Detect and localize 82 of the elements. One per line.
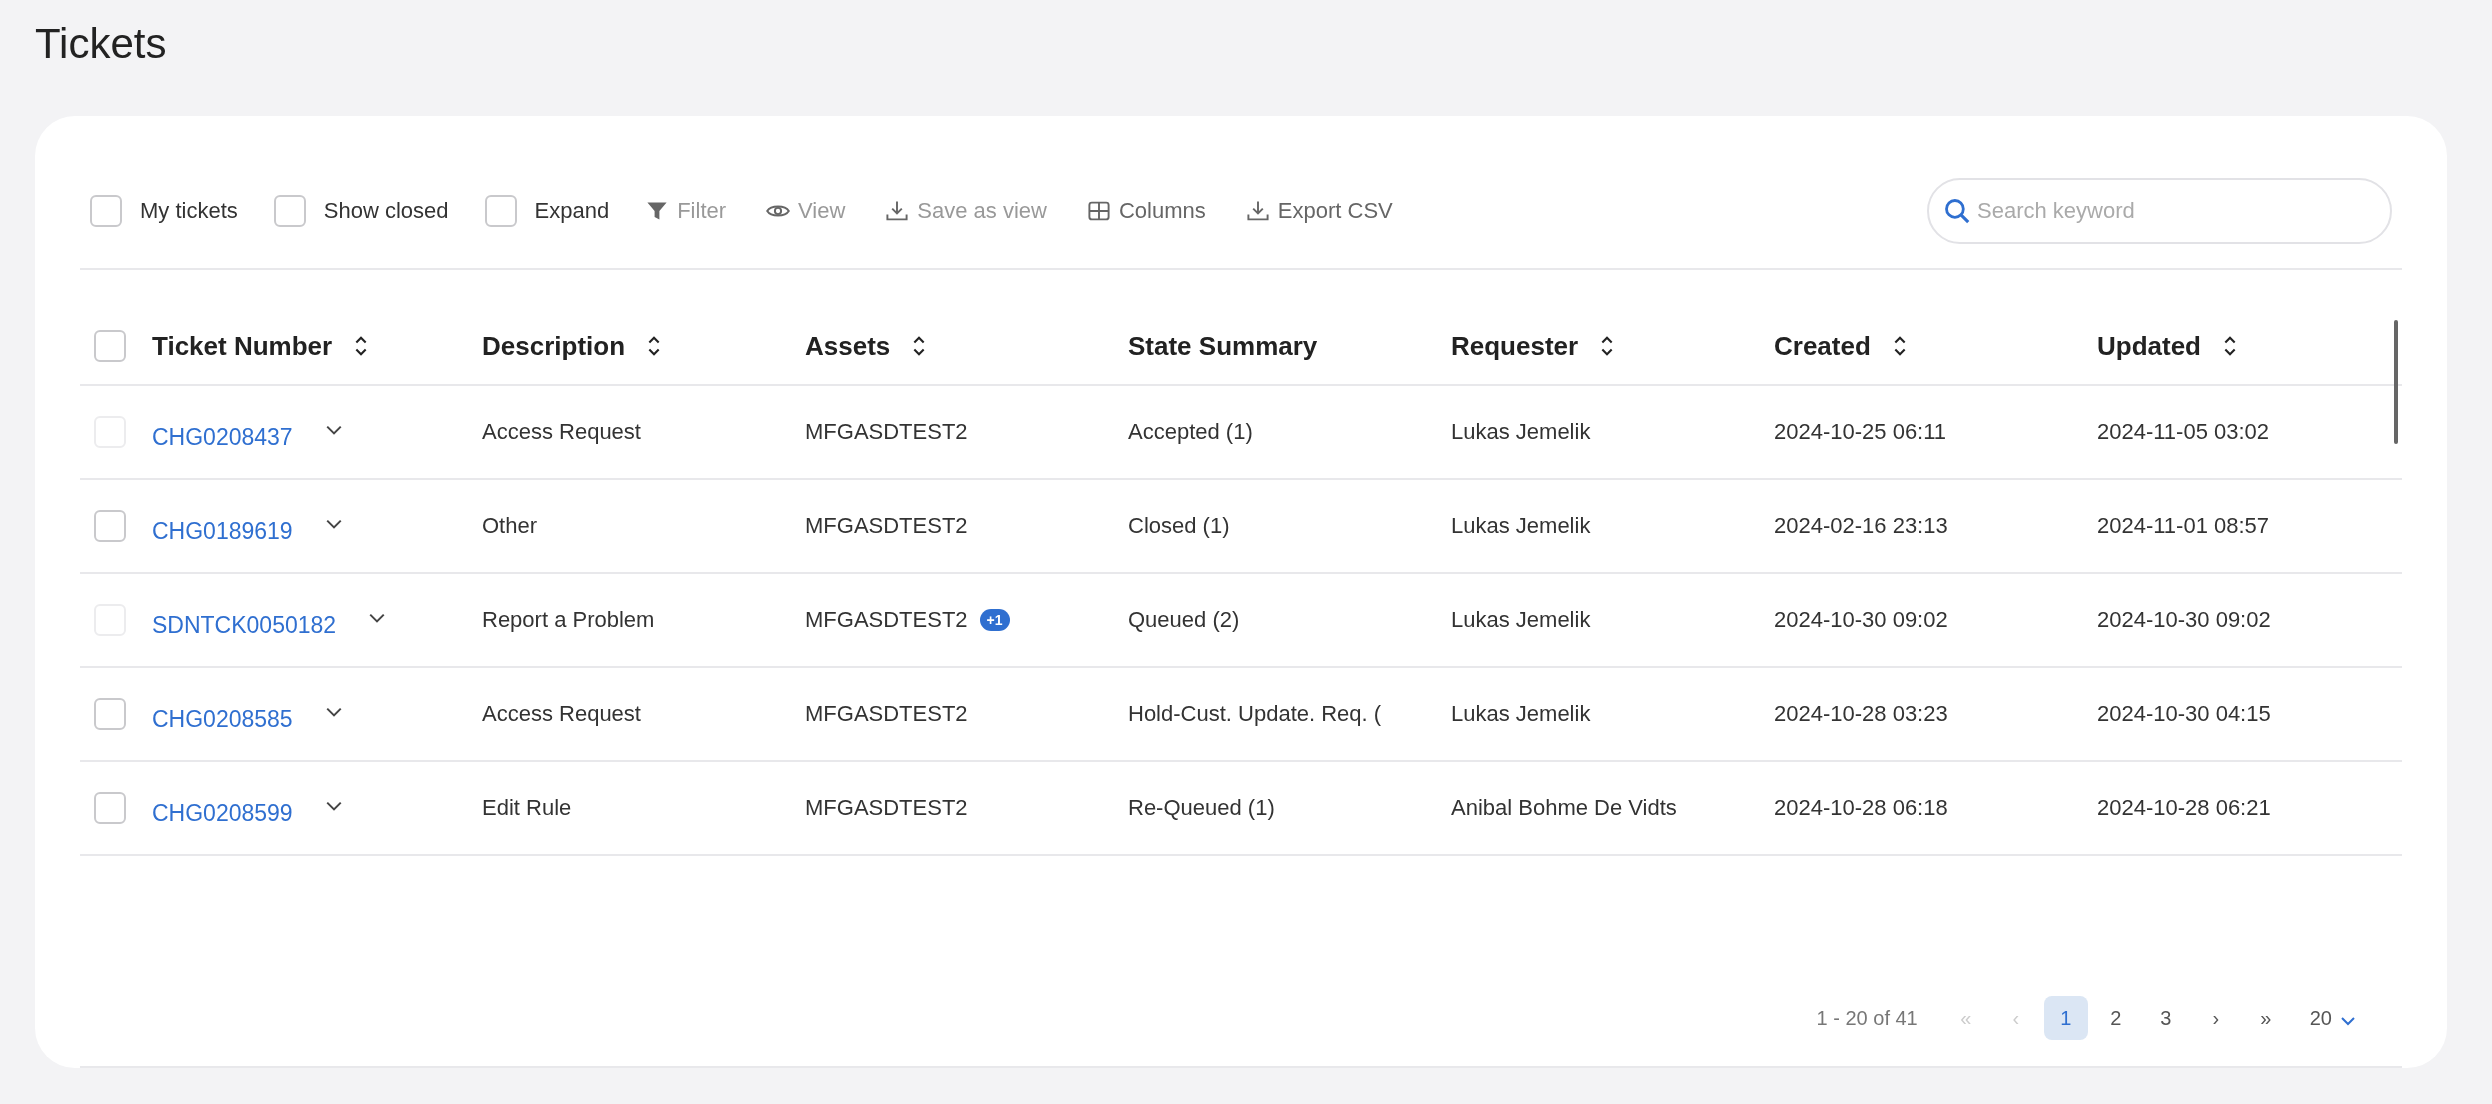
asset-cell: MFGASDTEST2 (805, 701, 968, 727)
requester-cell: Anibal Bohme De Vidts (1451, 795, 1677, 821)
date-cell: 2024-02-16 23:13 (1774, 513, 1948, 539)
toolbar-button[interactable]: Export CSV (1245, 198, 1393, 224)
asset-cell: MFGASDTEST2 (805, 513, 968, 539)
column-header[interactable]: Ticket Number (152, 330, 369, 362)
page-title: Tickets (35, 20, 167, 68)
sort-icon (2223, 334, 2237, 358)
date-cell: 2024-10-30 09:02 (1774, 607, 1948, 633)
sort-icon (1600, 334, 1615, 358)
date-cell: 2024-10-30 04:15 (2097, 701, 2271, 727)
checkbox-option[interactable]: Expand (484, 195, 610, 227)
count-badge: +1 (979, 609, 1010, 631)
requester-cell: Lukas Jemelik (1451, 513, 1591, 539)
sort-icon (1892, 334, 1907, 358)
date-cell: 2024-11-05 03:02 (2097, 419, 2270, 445)
ticket-link[interactable]: CHG0208585 (152, 705, 293, 733)
requester-cell: Lukas Jemelik (1451, 419, 1591, 445)
pagination-summary: 1 - 20 of 41 (1816, 1006, 1918, 1030)
description-cell: Access Request (482, 701, 641, 727)
state-cell: Accepted (1) (1128, 419, 1253, 445)
checkbox-label: My tickets (140, 198, 238, 224)
date-cell: 2024-10-28 06:18 (1774, 795, 1948, 821)
page-size-dropdown[interactable]: 20 (2303, 1005, 2362, 1031)
search-icon (1943, 197, 1971, 225)
checkbox-option[interactable]: Show closed (273, 195, 449, 227)
date-cell: 2024-11-01 08:57 (2097, 513, 2270, 539)
page-button[interactable]: 2 (2093, 996, 2138, 1040)
search-field[interactable]: Search keyword (1927, 178, 2392, 244)
ticket-link[interactable]: CHG0189619 (152, 517, 293, 545)
column-header[interactable]: Assets (805, 330, 927, 362)
checkbox-label: Show closed (323, 198, 449, 224)
checkbox[interactable] (90, 195, 122, 227)
checkbox-label: Expand (534, 198, 610, 224)
page-button[interactable]: 3 (2143, 996, 2188, 1040)
state-cell: Hold-Cust. Update. Req. ( (1128, 701, 1382, 727)
column-header[interactable]: Created (1774, 330, 1907, 362)
chevron-down-icon[interactable] (324, 518, 343, 530)
date-cell: 2024-10-25 06:11 (1774, 419, 1947, 445)
requester-cell: Lukas Jemelik (1451, 607, 1591, 633)
last-page-button[interactable]: » (2243, 996, 2288, 1040)
description-cell: Other (482, 513, 538, 539)
asset-cell: MFGASDTEST2 (805, 419, 968, 445)
requester-cell: Lukas Jemelik (1451, 701, 1591, 727)
scrollbar[interactable] (2394, 320, 2398, 444)
grid-icon (1087, 199, 1111, 223)
select-all-checkbox[interactable] (94, 330, 126, 362)
description-cell: Edit Rule (482, 795, 572, 821)
description-cell: Report a Problem (482, 607, 655, 633)
column-header[interactable]: Updated (2097, 330, 2237, 362)
state-cell: Closed (1) (1128, 513, 1230, 539)
ticket-link[interactable]: CHG0208599 (152, 799, 293, 827)
chevron-down-icon (2340, 1016, 2356, 1026)
checkbox[interactable] (273, 195, 306, 227)
column-header[interactable]: Requester (1451, 330, 1615, 362)
checkbox[interactable] (484, 195, 517, 227)
row-checkbox[interactable] (94, 510, 126, 542)
chevron-down-icon[interactable] (324, 706, 343, 718)
download-icon (885, 199, 910, 223)
description-cell: Access Request (482, 419, 641, 445)
row-checkbox[interactable] (94, 792, 126, 824)
toolbar-button[interactable]: Columns (1087, 198, 1206, 224)
asset-cell: MFGASDTEST2 (805, 795, 968, 821)
chevron-down-icon[interactable] (324, 424, 343, 436)
column-header[interactable]: State Summary (1128, 330, 1318, 362)
state-cell: Re-Queued (1) (1128, 795, 1275, 821)
next-page-button[interactable]: › (2193, 996, 2238, 1040)
download-icon (1245, 199, 1270, 223)
date-cell: 2024-10-28 03:23 (1774, 701, 1948, 727)
sort-icon (354, 334, 369, 358)
date-cell: 2024-10-30 09:02 (2097, 607, 2271, 633)
asset-cell: MFGASDTEST2 (805, 607, 968, 633)
checkbox-option[interactable]: My tickets (90, 195, 238, 227)
chevron-down-icon[interactable] (324, 800, 343, 812)
chevron-down-icon[interactable] (368, 612, 387, 624)
sort-icon (912, 334, 927, 358)
column-header[interactable]: Description (482, 330, 662, 362)
state-cell: Queued (2) (1128, 607, 1240, 633)
sort-icon (647, 334, 662, 358)
row-checkbox[interactable] (94, 698, 126, 730)
page-button[interactable]: 1 (2043, 996, 2088, 1040)
date-cell: 2024-10-28 06:21 (2097, 795, 2271, 821)
